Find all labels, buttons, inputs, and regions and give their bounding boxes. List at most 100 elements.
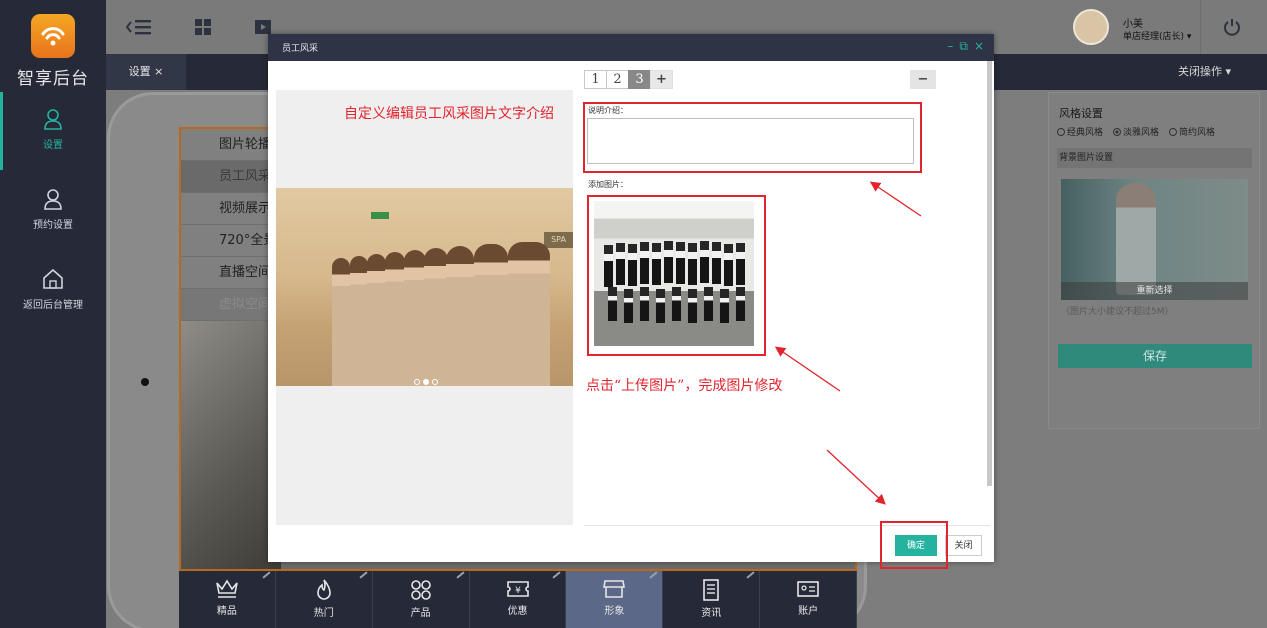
card-icon [797, 581, 819, 597]
news-icon [703, 579, 720, 601]
user-icon [44, 109, 62, 130]
highlight-image-box [587, 195, 766, 356]
background-image-thumbnail: 重新选择 [1061, 179, 1248, 300]
divider [1200, 0, 1201, 54]
tab-settings[interactable]: 设置 × [106, 54, 186, 90]
style-radio-group: 经典风格 淡雅风格 简约风格 [1057, 125, 1215, 138]
phone-menu-item[interactable]: 720°全景 [181, 225, 281, 257]
background-image-label: 背景图片设置 [1057, 148, 1252, 168]
user-icon [44, 189, 62, 210]
highlight-confirm-box [880, 521, 948, 569]
sidebar-item-label: 预约设置 [33, 220, 73, 231]
phone-background-photo [181, 321, 281, 569]
page-tab-1[interactable]: 1 [584, 70, 607, 89]
bottom-nav-label: 优惠 [507, 606, 528, 617]
bottom-nav-item-zhanghu[interactable]: 账户 [760, 571, 858, 628]
close-icon[interactable]: × [974, 39, 984, 53]
modal-controls: – ⧉ × [947, 39, 984, 53]
staff-figure [385, 252, 405, 386]
exit-sign [371, 212, 389, 219]
style-radio-simple[interactable]: 简约风格 [1169, 125, 1215, 138]
user-name: 小美 [1123, 19, 1143, 30]
annotation-top: 自定义编辑员工风采图片文字介绍 [344, 106, 554, 122]
spa-logo: SPA [544, 232, 573, 248]
edit-icon[interactable] [359, 571, 368, 579]
modal-header: 员工风采 – ⧉ × [268, 34, 994, 61]
maximize-icon[interactable]: ⧉ [959, 39, 968, 53]
close-button[interactable]: 关闭 [945, 535, 982, 556]
phone-menu: 图片轮播 员工风采 视频展示 720°全景 直播空间 虚拟空间 [181, 129, 281, 321]
phone-menu-item[interactable]: 图片轮播 [181, 129, 281, 161]
edit-icon[interactable] [649, 571, 658, 579]
sidebar-item-back-admin[interactable]: 返回后台管理 [0, 268, 106, 311]
minimize-icon[interactable]: – [947, 39, 953, 53]
sidebar: 智享后台 设置 预约设置 返回后台管理 [0, 0, 106, 628]
style-radio-elegant[interactable]: 淡雅风格 [1113, 125, 1159, 138]
carousel-dot[interactable] [423, 379, 429, 385]
staff-figure [508, 242, 550, 386]
crown-icon [216, 579, 238, 598]
edit-icon[interactable] [262, 571, 271, 579]
carousel-dot[interactable] [414, 379, 420, 385]
phone-menu-item[interactable]: 视频展示 [181, 193, 281, 225]
radio-label: 经典风格 [1067, 128, 1104, 138]
reselect-button[interactable]: 重新选择 [1061, 282, 1248, 300]
edit-icon[interactable] [455, 571, 465, 579]
add-image-label: 添加图片： [588, 180, 628, 189]
model-figure [1116, 183, 1156, 295]
page-tab-3[interactable]: 3 [628, 70, 651, 89]
carousel-dot[interactable] [432, 379, 438, 385]
svg-text:¥: ¥ [515, 586, 521, 596]
grid-icon[interactable] [194, 18, 212, 36]
style-settings-panel: 风格设置 经典风格 淡雅风格 简约风格 背景图片设置 重新选择 （图片大小建议不… [1048, 92, 1260, 429]
bottom-nav-label: 产品 [410, 608, 431, 619]
panel-title: 风格设置 [1059, 107, 1103, 120]
bottom-nav-label: 账户 [798, 606, 819, 617]
staff-figure [474, 244, 508, 386]
grid-icon [410, 580, 431, 600]
staff-figure [350, 256, 368, 386]
avatar[interactable] [1073, 9, 1109, 45]
modal-scrollbar[interactable] [987, 61, 992, 486]
save-button[interactable]: 保存 [1058, 344, 1252, 368]
collapse-menu-icon[interactable] [126, 18, 152, 36]
wifi-logo-icon [41, 27, 65, 46]
radio-icon [1057, 128, 1065, 136]
staff-figure [424, 248, 448, 386]
carousel-dots [414, 379, 438, 385]
sidebar-item-settings[interactable]: 设置 [0, 108, 106, 151]
radio-label: 简约风格 [1179, 128, 1216, 138]
phone-menu-item[interactable]: 直播空间 [181, 257, 281, 289]
phone-home-dot [141, 378, 149, 386]
bottom-nav-item-remen[interactable]: 热门 [276, 571, 373, 628]
sidebar-item-booking[interactable]: 预约设置 [0, 188, 106, 231]
store-icon [603, 580, 626, 598]
bottom-nav-item-chanpin[interactable]: 产品 [373, 571, 470, 628]
power-icon[interactable] [1223, 18, 1241, 36]
phone-menu-item[interactable]: 虚拟空间 [181, 289, 281, 321]
bottom-nav-item-jingpin[interactable]: 精品 [179, 571, 276, 628]
bottom-nav-item-youhui[interactable]: ¥ 优惠 [470, 571, 567, 628]
ticket-icon: ¥ [506, 581, 529, 597]
staff-figure [446, 246, 474, 386]
user-role-dropdown[interactable]: 单店经理(店长) ▾ [1123, 29, 1191, 42]
annotation-bottom: 点击“上传图片”，完成图片修改 [586, 378, 783, 394]
close-operations-dropdown[interactable]: 关闭操作 ▾ [1178, 54, 1231, 90]
bottom-nav-item-zixun[interactable]: 资讯 [663, 571, 761, 628]
bottom-nav-item-xingxiang[interactable]: 形象 [566, 571, 664, 628]
edit-icon[interactable] [746, 571, 755, 579]
staff-photo-preview: SPA [276, 188, 573, 386]
radio-checked-icon [1113, 128, 1122, 136]
sidebar-item-label: 设置 [43, 140, 63, 151]
staff-figure [404, 250, 426, 386]
style-radio-classic[interactable]: 经典风格 [1057, 125, 1103, 138]
add-page-button[interactable]: + [650, 70, 673, 89]
page-tab-2[interactable]: 2 [606, 70, 629, 89]
preview-area: SPA [276, 90, 573, 525]
radio-icon [1169, 128, 1178, 136]
remove-page-button[interactable]: − [910, 70, 936, 89]
page-tabs: 1 2 3 + [584, 70, 673, 89]
bottom-nav-label: 精品 [216, 606, 237, 617]
phone-menu-item[interactable]: 员工风采 [181, 161, 281, 193]
edit-icon[interactable] [552, 571, 562, 579]
